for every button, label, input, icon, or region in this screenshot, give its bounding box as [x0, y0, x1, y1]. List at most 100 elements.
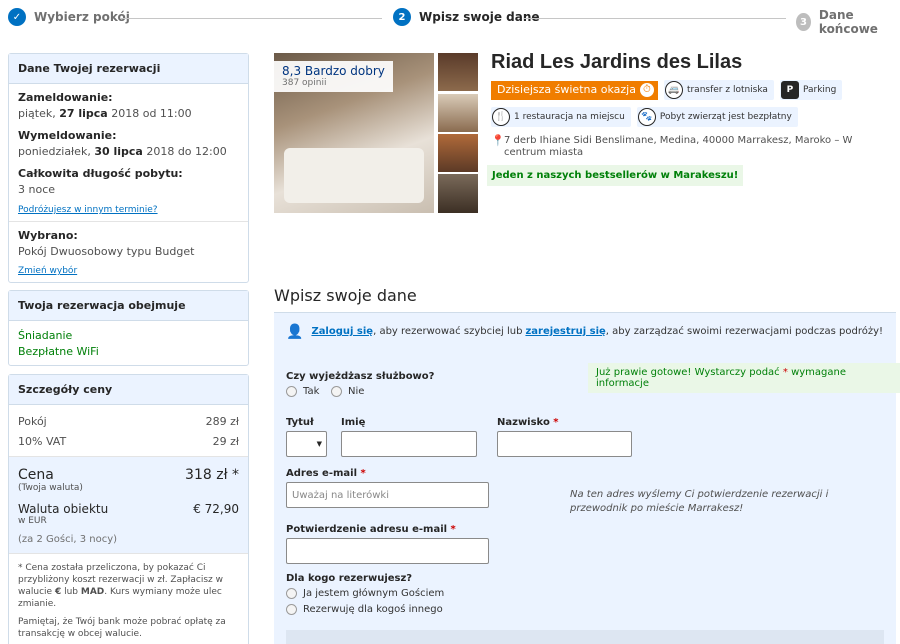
hotel-badges: Dzisiejsza świetna okazja ⏱ 🚐 transfer z… [491, 80, 843, 100]
currency-note: * Cena została przeliczona, by pokazać C… [18, 563, 223, 609]
facility-airport-transfer: 🚐 transfer z lotniska [663, 80, 774, 100]
reservation-details-box: Dane Twojej rezerwacji Zameldowanie: pią… [8, 53, 249, 283]
step-divider [524, 18, 786, 19]
facility-parking: P Parking [779, 80, 843, 100]
title-select[interactable]: ▼ [286, 431, 327, 457]
box-header: Twoja rezerwacja obejmuje [9, 291, 248, 321]
step-number: 3 [796, 13, 811, 31]
form-section-divider [286, 630, 884, 644]
main-guest-radio[interactable]: Ja jestem głównym Gościem [286, 588, 444, 599]
business-trip-label: Czy wyjeżdżasz służbowo? [286, 371, 435, 382]
title-label: Tytuł [286, 417, 314, 428]
hotel-photo-thumb[interactable] [438, 134, 478, 172]
local-currency-price: Waluta obiektu € 72,90 [18, 502, 239, 516]
user-icon: 👤 [286, 323, 304, 340]
box-header: Szczegóły ceny [9, 375, 248, 405]
last-name-label: Nazwisko * [497, 417, 559, 428]
check-icon: ✓ [8, 8, 26, 26]
other-guest-radio[interactable]: Rezerwuję dla kogoś innego [286, 604, 443, 615]
hotel-photo-thumb[interactable] [438, 174, 478, 213]
reservation-dates: Zameldowanie: piątek, 27 lipca 2018 od 1… [9, 84, 248, 222]
facility-pets: 🐾 Pobyt zwierząt jest bezpłatny [636, 107, 798, 127]
step-label: Dane końcowe [818, 8, 878, 36]
step-divider [120, 18, 382, 19]
map-pin-icon: 📍 [491, 134, 505, 147]
restaurant-icon: 🍴 [492, 108, 510, 126]
hotel-address: 📍 7 derb Ihiane Sidi Benslimane, Medina,… [491, 134, 853, 159]
checkin-value: piątek, 27 lipca 2018 od 11:00 [18, 107, 192, 120]
deal-badge: Dzisiejsza świetna okazja ⏱ [491, 80, 658, 100]
login-link[interactable]: Zaloguj się [311, 326, 373, 337]
booking-for-label: Dla kogo rezerwujesz? [286, 573, 413, 584]
required-info-notice: Już prawie gotowe! Wystarczy podać * wym… [588, 363, 900, 393]
paw-icon: 🐾 [637, 108, 656, 126]
selected-room-value: Pokój Dwuosobowy typu Budget [18, 245, 195, 258]
radio-circle[interactable] [331, 386, 342, 397]
reservation-includes-box: Twoja rezerwacja obejmuje Śniadanie Bezp… [8, 290, 249, 366]
price-total: Cena 318 zł * (Twoja waluta) Waluta obie… [9, 457, 248, 554]
email-input[interactable]: Uważaj na literówki [286, 482, 489, 508]
confirm-email-input[interactable] [286, 538, 489, 564]
checkin-label: Zameldowanie: [18, 91, 113, 104]
business-no-radio[interactable]: Nie [331, 386, 364, 397]
hotel-badges-row2: 🍴 1 restauracja na miejscu 🐾 Pobyt zwier… [491, 107, 798, 127]
list-item: Bezpłatne WiFi [18, 345, 99, 358]
last-name-input[interactable] [497, 431, 632, 457]
review-score-badge[interactable]: 8,3 Bardzo dobry 387 opinii [274, 61, 393, 92]
bestseller-badge: Jeden z naszych bestsellerów w Marakeszu… [487, 165, 744, 186]
confirm-email-label: Potwierdzenie adresu e-mail * [286, 524, 456, 535]
step-label: Wybierz pokój [34, 10, 130, 24]
radio-circle[interactable] [286, 386, 297, 397]
price-row-vat: 10% VAT 29 zł [18, 435, 239, 448]
radio-circle[interactable] [286, 604, 297, 615]
price-breakdown: Pokój 289 zł 10% VAT 29 zł [9, 405, 248, 457]
checkout-label: Wymeldowanie: [18, 129, 117, 142]
bed-shape [284, 148, 424, 203]
email-info-note: Na ten adres wyślemy Ci potwierdzenie re… [570, 489, 829, 514]
parking-icon: P [780, 81, 799, 99]
email-label: Adres e-mail * [286, 468, 366, 479]
form-title: Wpisz swoje dane [274, 286, 417, 305]
step-enter-details: 2 Wpisz swoje dane [393, 8, 540, 26]
change-selection-link[interactable]: Zmień wybór [18, 266, 77, 276]
local-currency-sub: w EUR [18, 516, 47, 526]
price-row-room: Pokój 289 zł [18, 415, 239, 428]
shuttle-icon: 🚐 [664, 81, 683, 99]
first-name-label: Imię [341, 417, 366, 428]
price-details-box: Szczegóły ceny Pokój 289 zł 10% VAT 29 z… [8, 374, 249, 644]
business-yes-radio[interactable]: Tak [286, 386, 319, 397]
radio-circle[interactable] [286, 588, 297, 599]
email-placeholder: Uważaj na literówki [292, 489, 389, 501]
clock-icon: ⏱ [639, 82, 654, 97]
stay-length-label: Całkowita długość pobytu: [18, 167, 183, 180]
progress-steps: ✓ Wybierz pokój 2 Wpisz swoje dane 3 Dan… [0, 0, 900, 40]
includes-list: Śniadanie Bezpłatne WiFi [9, 321, 248, 365]
step-label: Wpisz swoje dane [419, 10, 540, 24]
first-name-input[interactable] [341, 431, 477, 457]
step-final-details: 3 Dane końcowe [796, 8, 900, 36]
box-header: Dane Twojej rezerwacji [9, 54, 248, 84]
hotel-name: Riad Les Jardins des Lilas [491, 51, 743, 73]
facility-restaurant: 🍴 1 restauracja na miejscu [491, 107, 631, 127]
list-item: Śniadanie [18, 329, 73, 342]
hotel-photo-thumb[interactable] [438, 94, 478, 132]
bank-fee-note: Pamiętaj, że Twój bank może pobrać opłat… [18, 617, 226, 639]
register-link[interactable]: zarejestruj się [525, 326, 605, 337]
review-score: 8,3 Bardzo dobry [282, 64, 385, 78]
total-price: Cena 318 zł * [18, 467, 239, 483]
stay-length-value: 3 noce [18, 183, 56, 196]
total-price-sub: (Twoja waluta) [18, 483, 83, 493]
price-note: * Cena została przeliczona, by pokazać C… [9, 554, 248, 644]
review-count: 387 opinii [282, 78, 327, 88]
step-choose-room[interactable]: ✓ Wybierz pokój [8, 8, 130, 26]
chevron-down-icon: ▼ [316, 440, 322, 448]
hotel-main-photo[interactable]: 8,3 Bardzo dobry 387 opinii [274, 53, 434, 213]
selected-room: Wybrano: Pokój Dwuosobowy typu Budget Zm… [9, 222, 248, 282]
login-prompt: 👤 Zaloguj się , aby rezerwować szybciej … [274, 312, 896, 350]
hotel-photo-thumb[interactable] [438, 53, 478, 91]
other-dates-link[interactable]: Podróżujesz w innym terminie? [18, 205, 158, 215]
guests-nights: (za 2 Gości, 3 nocy) [18, 534, 118, 545]
step-number: 2 [393, 8, 411, 26]
selected-label: Wybrano: [18, 229, 78, 242]
checkout-value: poniedziałek, 30 lipca 2018 do 12:00 [18, 145, 227, 158]
